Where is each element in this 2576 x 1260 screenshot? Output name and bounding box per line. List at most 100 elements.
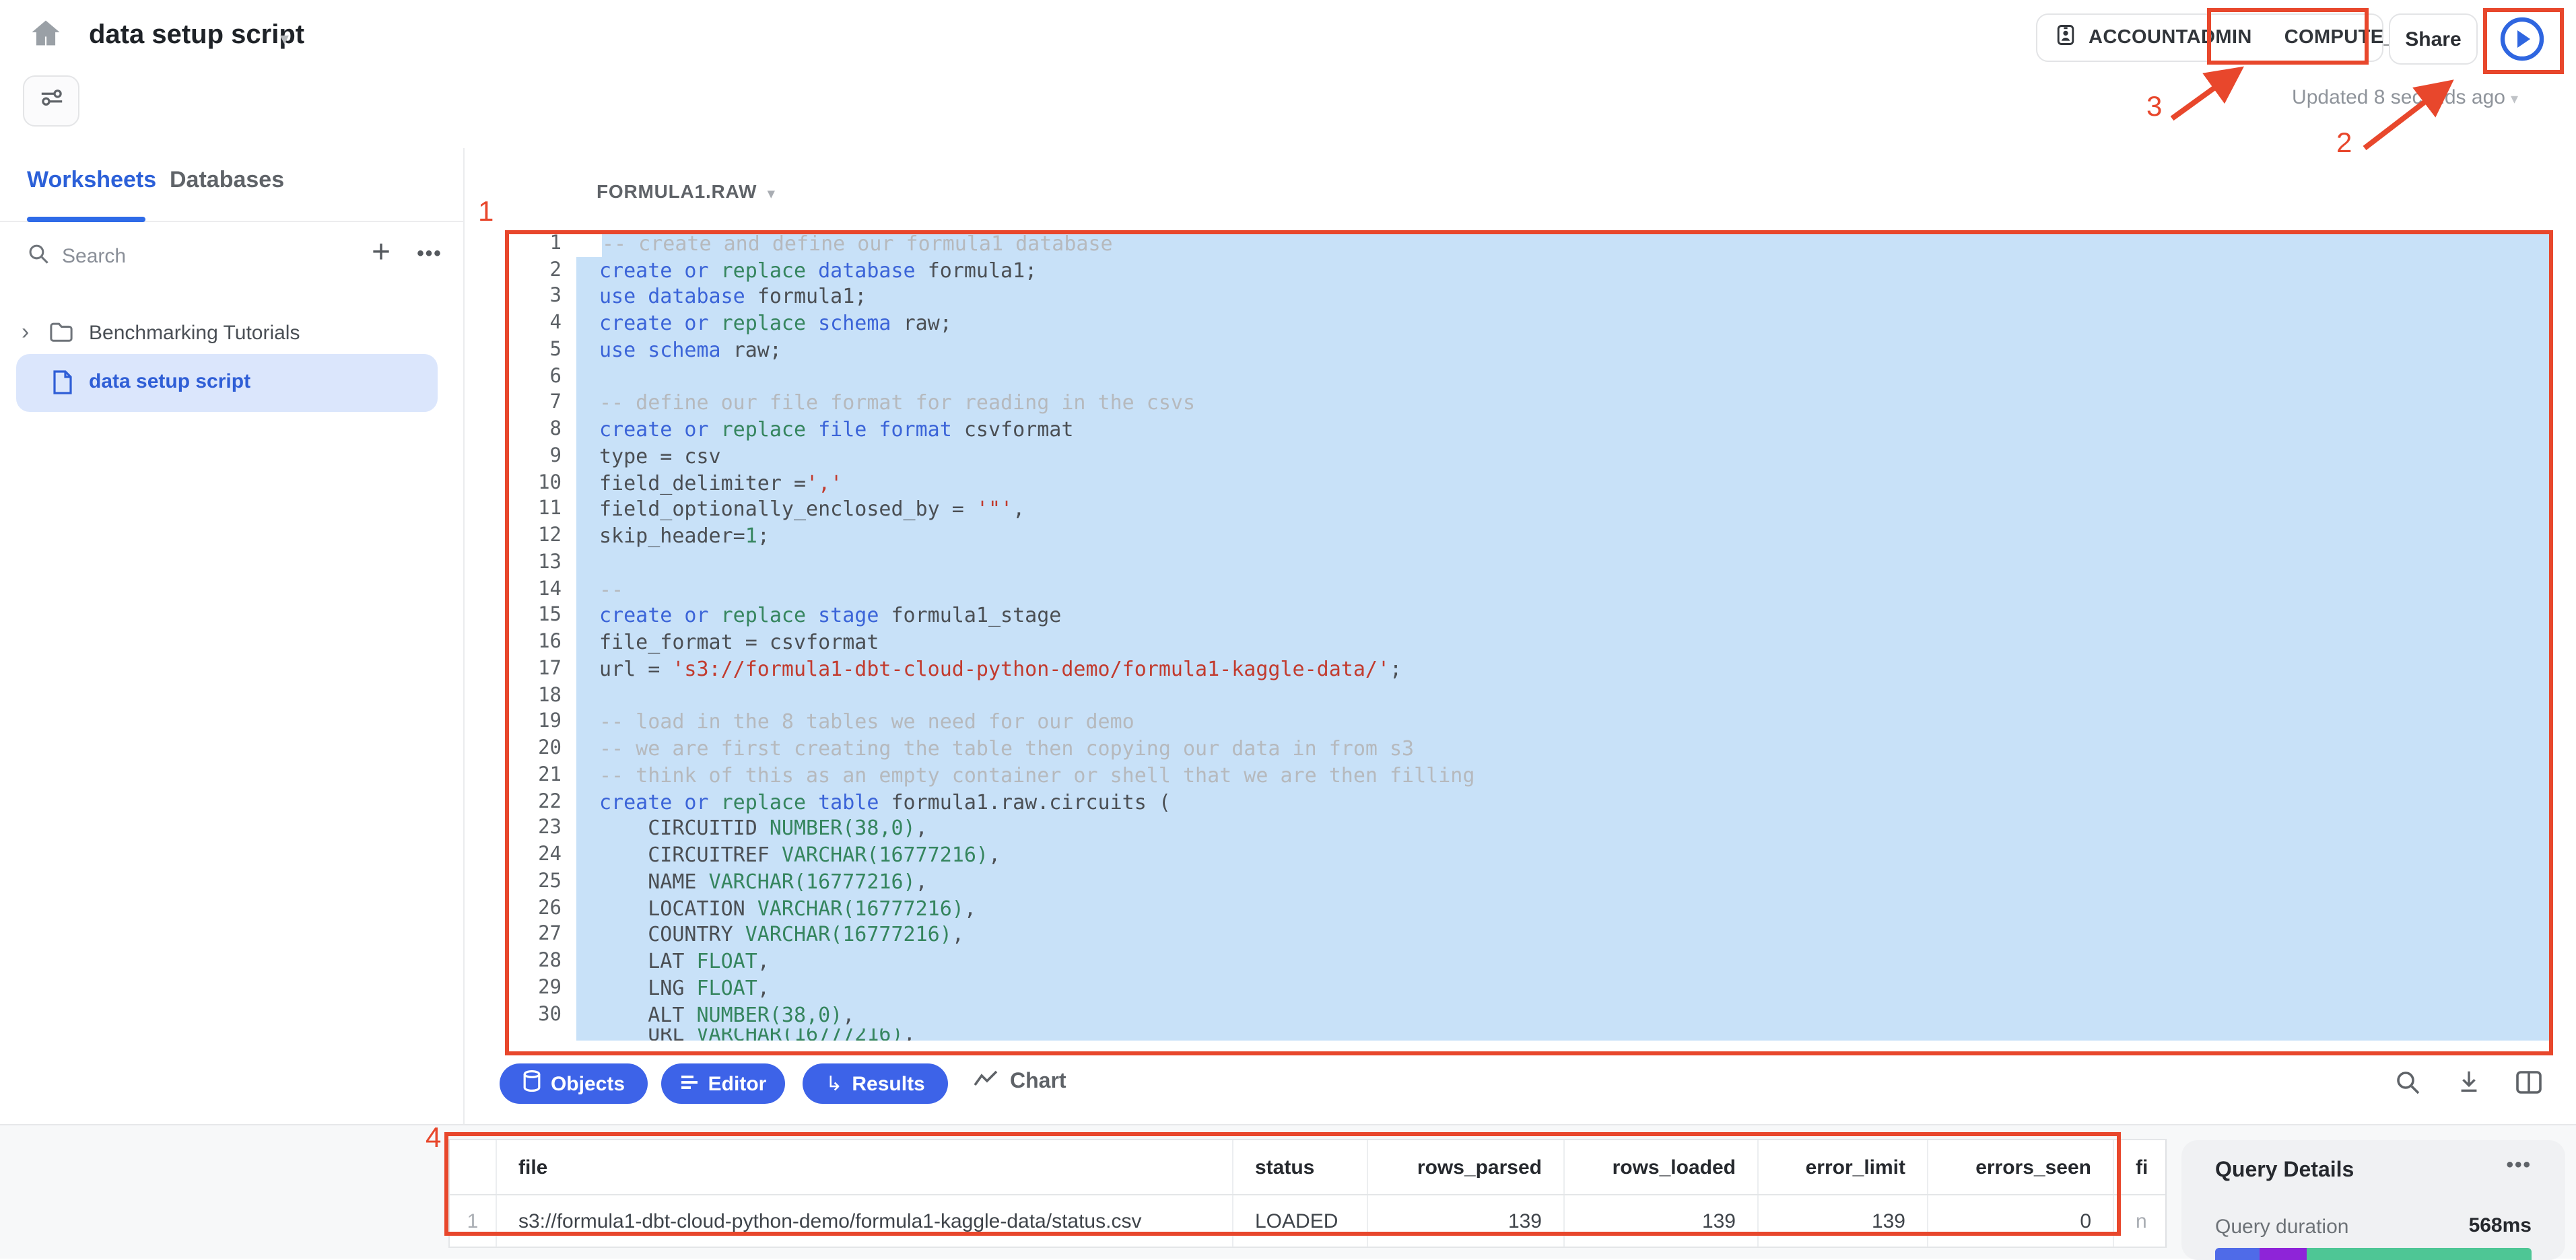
columns-layout-icon (2515, 1070, 2542, 1100)
code-line[interactable]: 22create or replace table formula1.raw.c… (505, 789, 2553, 816)
code-line[interactable]: 5use schema raw; (505, 337, 2553, 363)
code-line[interactable]: 6 (505, 363, 2553, 390)
table-cell: 1 (450, 1195, 497, 1247)
code-line[interactable]: 8create or replace file format csvformat (505, 417, 2553, 444)
code-line[interactable]: 24 CIRCUITREF VARCHAR(16777216), (505, 842, 2553, 869)
table-cell: s3://formula1-dbt-cloud-python-demo/form… (497, 1195, 1233, 1247)
sliders-icon (38, 85, 64, 117)
code-line[interactable]: 25 NAME VARCHAR(16777216), (505, 868, 2553, 895)
editor-label: Editor (708, 1072, 767, 1095)
column-header-errors_seen[interactable]: errors_seen (1928, 1140, 2114, 1194)
code-line-text: create or replace schema raw; (576, 310, 2553, 337)
code-line[interactable]: 10field_delimiter =',' (505, 470, 2553, 497)
role-label[interactable]: ACCOUNTADMIN (2089, 27, 2252, 48)
objects-label: Objects (551, 1072, 625, 1095)
code-line-text: field_delimiter =',' (576, 470, 2553, 497)
code-line[interactable]: 1 -- create and define our formula1 datab… (505, 230, 2553, 257)
code-line-text: skip_header=1; (576, 523, 2553, 550)
code-line-text: create or replace stage formula1_stage (576, 602, 2553, 629)
code-line[interactable]: 9type = csv (505, 443, 2553, 470)
code-line[interactable]: 28 LAT FLOAT, (505, 948, 2553, 975)
code-line[interactable]: 29 LNG FLOAT, (505, 975, 2553, 1002)
line-number: 14 (505, 578, 576, 600)
table-cell: 139 (1565, 1195, 1759, 1247)
line-number: 23 (505, 818, 576, 839)
results-return-icon: ↳ (825, 1072, 842, 1096)
chart-toggle-button[interactable]: Chart (974, 1070, 1066, 1094)
query-duration-bar (2215, 1248, 2532, 1260)
code-line[interactable]: 26 LOCATION VARCHAR(16777216), (505, 895, 2553, 922)
code-line[interactable]: 16file_format = csvformat (505, 629, 2553, 656)
duration-bar-segment (2215, 1248, 2260, 1260)
sql-editor[interactable]: 1 -- create and define our formula1 datab… (505, 230, 2553, 1055)
objects-toggle-button[interactable]: Objects (500, 1063, 648, 1104)
sidebar-more-button[interactable]: ••• (407, 233, 452, 273)
sidebar-item-folder[interactable]: › Benchmarking Tutorials (0, 312, 463, 358)
schema-context-dropdown[interactable]: FORMULA1.RAW▾ (597, 180, 775, 202)
line-number: 6 (505, 365, 576, 387)
updated-status[interactable]: Updated 8 seconds ago▾ (2235, 86, 2518, 109)
duration-bar-segment (2260, 1248, 2307, 1260)
code-line[interactable]: 4create or replace schema raw; (505, 310, 2553, 337)
filters-button[interactable] (23, 75, 79, 127)
code-line-text: -- define our file format for reading in… (576, 390, 2553, 417)
code-line[interactable]: 19-- load in the 8 tables we need for ou… (505, 709, 2553, 736)
query-details-card: Query Details ••• Query duration 568ms (2181, 1140, 2565, 1260)
new-worksheet-button[interactable]: + (361, 233, 401, 273)
code-line-text: type = csv (576, 443, 2553, 470)
code-line[interactable]: 23 CIRCUITID NUMBER(38,0), (505, 815, 2553, 842)
line-number: 24 (505, 844, 576, 866)
tab-worksheets[interactable]: Worksheets (27, 167, 156, 194)
code-line-text: COUNTRY VARCHAR(16777216), (576, 921, 2553, 948)
column-header-file[interactable]: file (497, 1140, 1233, 1194)
active-tab-underline (27, 217, 145, 221)
code-line-text: LNG FLOAT, (576, 975, 2553, 1002)
results-panel: filestatusrows_parsedrows_loadederror_li… (0, 1124, 2576, 1259)
editor-toggle-button[interactable]: Editor (661, 1063, 785, 1104)
search-results-button[interactable] (2392, 1069, 2424, 1101)
code-line-text: file_format = csvformat (576, 629, 2553, 656)
code-line[interactable]: URL VARCHAR(16777216), (505, 1028, 2553, 1040)
code-line[interactable]: 3use database formula1; (505, 283, 2553, 310)
code-line[interactable]: 18 (505, 682, 2553, 709)
column-header-rows_parsed[interactable]: rows_parsed (1368, 1140, 1565, 1194)
code-line-text: -- create and define our formula1 databa… (602, 230, 2553, 257)
search-input[interactable]: Search (62, 245, 126, 268)
code-line[interactable]: 13 (505, 549, 2553, 576)
query-details-menu-button[interactable]: ••• (2506, 1154, 2532, 1177)
code-line[interactable]: 30 ALT NUMBER(38,0), (505, 1002, 2553, 1028)
home-button[interactable] (22, 13, 70, 59)
code-line[interactable]: 15create or replace stage formula1_stage (505, 602, 2553, 629)
title-dropdown-caret[interactable]: ▾ (280, 28, 289, 50)
session-context-pill[interactable]: ACCOUNTADMIN COMPUTE_WH (2036, 13, 2383, 62)
table-row[interactable]: 1s3://formula1-dbt-cloud-python-demo/for… (450, 1195, 2167, 1247)
code-line[interactable]: 21-- think of this as an empty container… (505, 762, 2553, 789)
sidebar-item-selected-worksheet[interactable]: data setup script (16, 354, 438, 412)
code-line[interactable]: 12skip_header=1; (505, 523, 2553, 550)
code-line[interactable]: 11field_optionally_enclosed_by = '"', (505, 496, 2553, 523)
code-line[interactable]: 20-- we are first creating the table the… (505, 736, 2553, 763)
run-button[interactable] (2497, 16, 2548, 67)
results-table[interactable]: filestatusrows_parsedrows_loadederror_li… (448, 1139, 2167, 1248)
updated-caret-icon: ▾ (2511, 92, 2518, 108)
line-number: 1 (505, 233, 576, 254)
code-line[interactable]: 14-- (505, 576, 2553, 603)
code-line-text (576, 682, 2553, 709)
download-results-button[interactable] (2452, 1069, 2484, 1101)
code-line[interactable]: 2create or replace database formula1; (505, 257, 2553, 284)
query-details-title: Query Details (2215, 1159, 2354, 1183)
tab-databases[interactable]: Databases (170, 167, 284, 194)
column-header-rows_loaded[interactable]: rows_loaded (1565, 1140, 1759, 1194)
code-line-text: ALT NUMBER(38,0), (576, 1002, 2553, 1028)
column-header-fi[interactable]: fi (2114, 1140, 2167, 1194)
code-line[interactable]: 7-- define our file format for reading i… (505, 390, 2553, 417)
code-line[interactable]: 17url = 's3://formula1-dbt-cloud-python-… (505, 656, 2553, 682)
column-header-rownum[interactable] (450, 1140, 497, 1194)
code-line-text (576, 549, 2553, 576)
column-header-error_limit[interactable]: error_limit (1759, 1140, 1928, 1194)
split-panel-button[interactable] (2513, 1069, 2545, 1101)
code-line[interactable]: 27 COUNTRY VARCHAR(16777216), (505, 921, 2553, 948)
share-button[interactable]: Share (2389, 13, 2478, 65)
results-toggle-button[interactable]: ↳ Results (803, 1063, 948, 1104)
column-header-status[interactable]: status (1233, 1140, 1368, 1194)
